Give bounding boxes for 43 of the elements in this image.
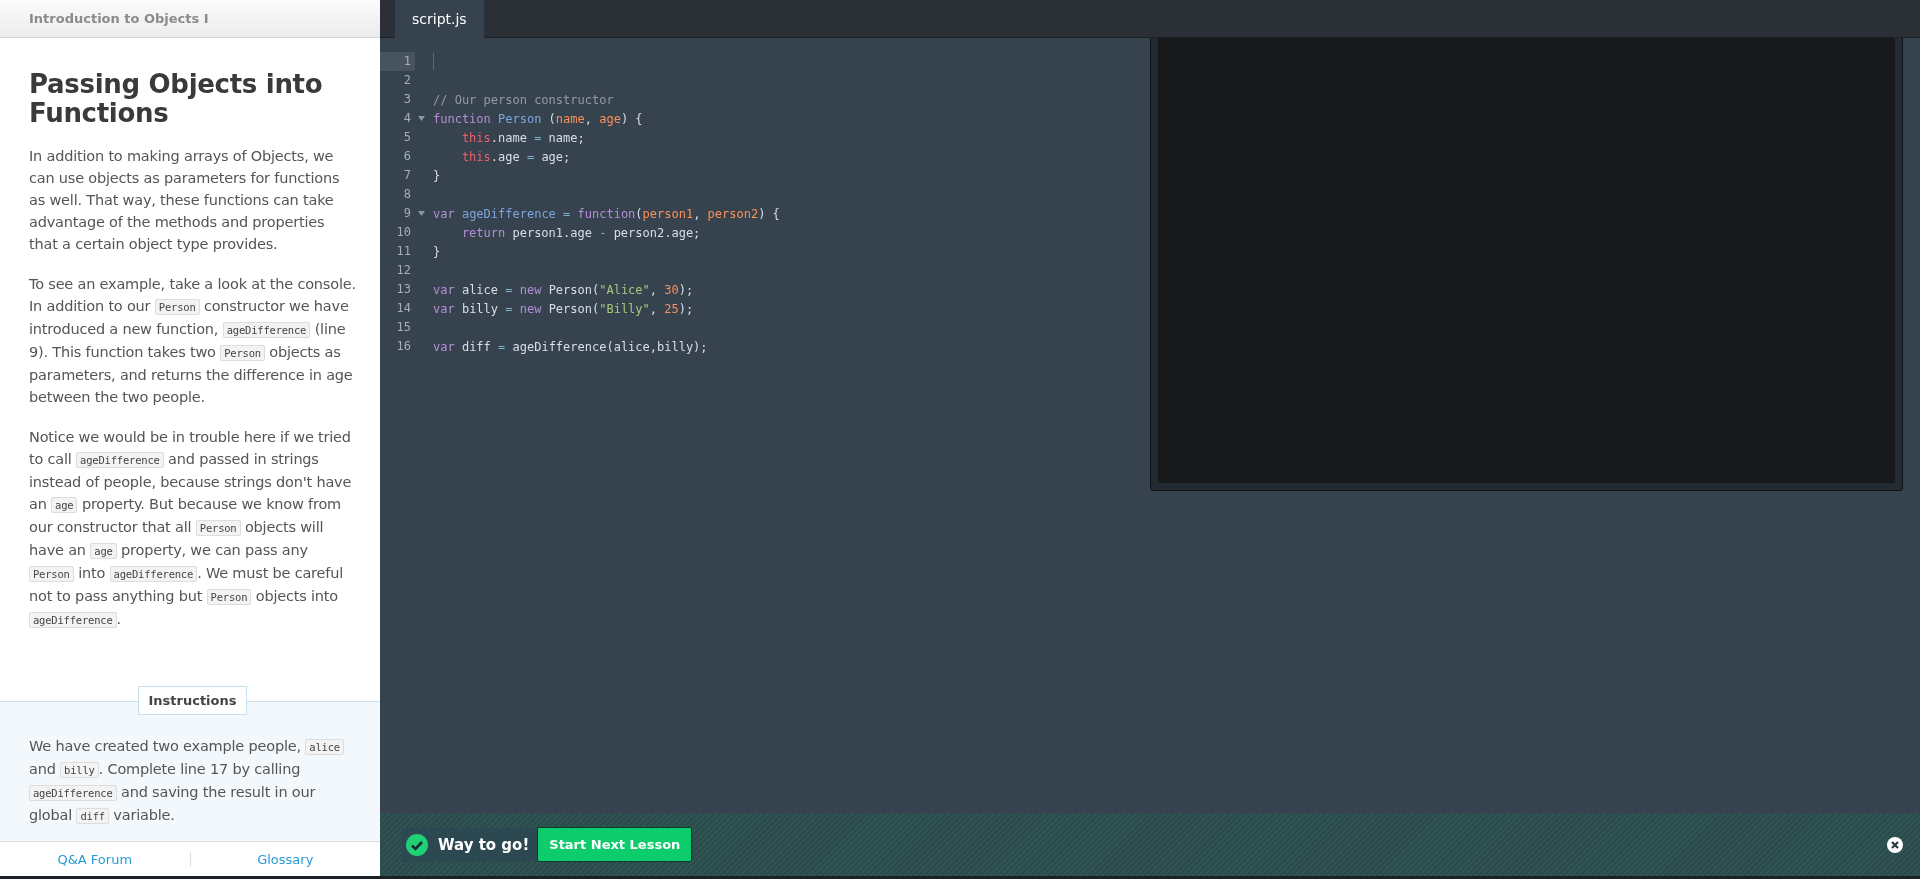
lesson-paragraph: To see an example, take a look at the console. In addition to our Person constructor we have introduced a new function, ageDifference (line 9). This function takes two Person objects as parameters, and returns the difference in age between the two people.	[29, 275, 356, 407]
close-icon[interactable]	[1887, 836, 1903, 853]
code-line: function Person (name, age) {	[433, 111, 643, 126]
code-line: return person1.age - person2.age;	[460, 225, 701, 240]
code-line: }	[433, 168, 441, 183]
check-circle-icon	[406, 833, 428, 856]
file-tab[interactable]: script.js	[395, 0, 484, 38]
code-line: this.age = age;	[460, 149, 571, 164]
line-number: 15	[395, 319, 412, 336]
line-number: 13	[395, 281, 412, 298]
course-title: Introduction to Objects I	[29, 11, 209, 26]
success-message: Way to go!	[438, 835, 530, 854]
line-number: 5	[402, 129, 412, 146]
fold-arrow-icon[interactable]	[418, 211, 425, 216]
line-number: 2	[402, 72, 412, 89]
instructions-label: Instructions	[138, 686, 247, 715]
line-number: 9	[402, 205, 412, 222]
lesson-paragraph: Notice we would be in trouble here if we tried to call ageDifference and passed in strings instead of people, because strings don't have an age property. But because we know from our constructor that all Person objects will have an age property, we can pass any Person into ageDifference . We must be careful not to pass anything but Person objects into ageDifference .	[29, 428, 353, 630]
code-line: this.name = name;	[460, 130, 585, 145]
start-next-lesson-button[interactable]: Start Next Lesson	[537, 827, 693, 862]
line-number: 12	[395, 262, 412, 279]
line-number: 3	[402, 91, 412, 108]
lesson-paragraph: In addition to making arrays of Objects, we can use objects as parameters for functions as well. That way, these functions can take advantage of the methods and properties that a certain object type provides.	[29, 147, 341, 254]
footer-link[interactable]: Q&A Forum	[0, 851, 190, 867]
text-cursor	[433, 53, 434, 70]
code-line: var diff = ageDifference(alice,billy);	[433, 339, 708, 354]
line-number: 16	[395, 338, 412, 355]
line-number: 6	[402, 148, 412, 165]
fold-arrow-icon[interactable]	[418, 116, 425, 121]
code-line: // Our person constructor	[433, 92, 614, 107]
line-number: 7	[402, 167, 412, 184]
code-line: var billy = new Person("Billy", 25);	[433, 301, 694, 316]
line-number: 14	[395, 300, 412, 317]
line-number: 4	[402, 110, 412, 127]
line-number: 10	[395, 224, 412, 241]
instructions-text: We have created two example people, alice and billy . Complete line 17 by calling ageDifference and saving the result in our global diff variable.	[29, 735, 356, 827]
code-line: var ageDifference = function(person1, person2) {	[433, 206, 780, 221]
lesson-title: Passing Objects into Functions	[29, 70, 324, 128]
code-line: }	[433, 244, 441, 259]
line-number: 8	[402, 186, 412, 203]
line-number: 1	[380, 52, 415, 71]
line-number: 11	[395, 243, 412, 260]
code-line: var alice = new Person("Alice", 30);	[433, 282, 694, 297]
